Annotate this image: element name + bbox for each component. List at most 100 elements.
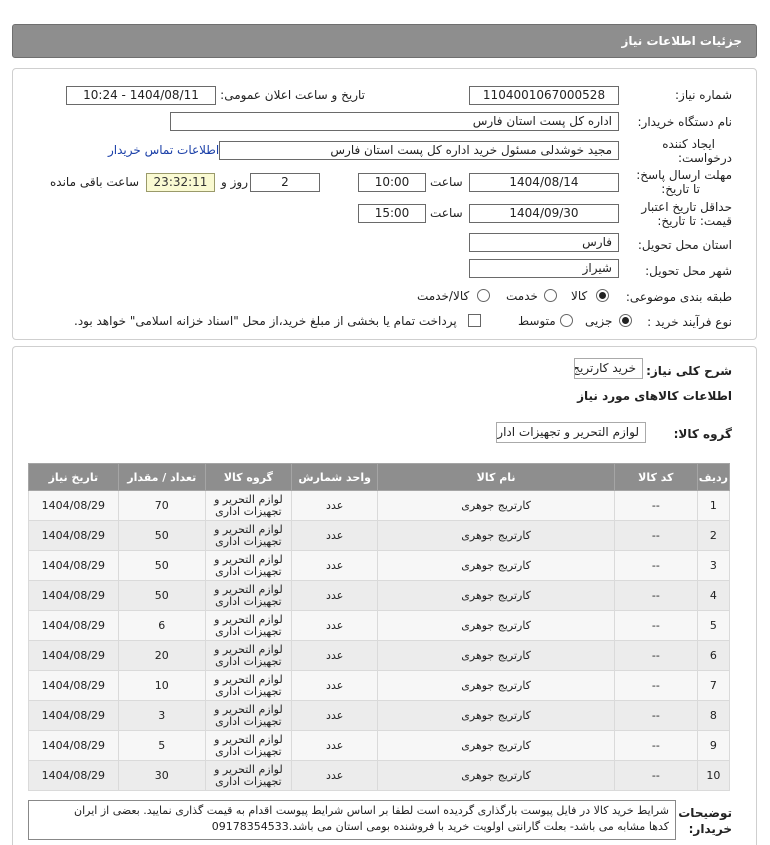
quantity-cell: 30 [117,760,206,791]
province-label: استان محل تحویل: [637,238,732,252]
notes-box: شرایط خرید کالا در فایل پیوست بارگذاری گ… [28,800,676,840]
process-label: نوع فرآیند خرید : [647,315,732,329]
group-cell: لوازم التحریر و تجهیزات اداری [204,490,293,521]
buyer-contact-link[interactable]: اطلاعات تماس خریدار [108,143,219,157]
goods-info-title: اطلاعات کالاهای مورد نیاز [577,389,732,403]
need-date-cell: 1404/08/29 [28,670,119,701]
item-code-cell: -- [613,700,698,731]
row-number-cell: 3 [696,550,731,581]
validity-date-field: 1404/09/30 [469,204,619,223]
item-name-cell: کارتریج جوهری [377,580,615,611]
unit-cell: عدد [291,580,379,611]
category-goods-radio[interactable] [596,289,609,302]
col-header-unit: واحد شمارش [291,463,379,491]
treasury-payment-checkbox[interactable] [468,314,481,327]
row-number-cell: 7 [696,670,731,701]
item-name-cell: کارتریج جوهری [377,730,615,761]
row-number-cell: 9 [696,730,731,761]
quantity-cell: 50 [117,520,206,551]
items-table: ردیف کد کالا نام کالا واحد شمارش گروه کا… [28,463,731,791]
item-name-cell: کارتریج جوهری [377,610,615,641]
row-number-cell: 8 [696,700,731,731]
city-field: شیراز [469,259,619,278]
unit-cell: عدد [291,520,379,551]
col-header-group: گروه کالا [204,463,293,491]
notes-line-1: شرایط خرید کالا در فایل پیوست بارگذاری گ… [74,804,669,817]
item-code-cell: -- [613,610,698,641]
col-header-item-code: کد کالا [613,463,698,491]
quantity-cell: 50 [117,550,206,581]
group-cell: لوازم التحریر و تجهیزات اداری [204,760,293,791]
category-service-radio[interactable] [544,289,557,302]
table-row: 1 -- کارتریج جوهری عدد لوازم التحریر و تجهیز… [28,490,731,521]
buyer-field: اداره کل پست استان فارس [170,112,619,131]
remaining-time-field: 23:32:11 [146,173,215,192]
group-cell: لوازم التحریر و تجهیزات اداری [204,610,293,641]
unit-cell: عدد [291,670,379,701]
unit-cell: عدد [291,760,379,791]
days-remaining-field: 2 [250,173,320,192]
row-number-cell: 4 [696,580,731,611]
creator-label-2: درخواست: [678,151,732,165]
item-name-cell: کارتریج جوهری [377,760,615,791]
table-row: 5 -- کارتریج جوهری عدد لوازم التحریر و تجهیز… [28,610,731,641]
process-medium-label: متوسط [518,314,556,328]
need-date-cell: 1404/08/29 [28,700,119,731]
col-header-quantity: تعداد / مقدار [117,463,206,491]
table-header-row: ردیف کد کالا نام کالا واحد شمارش گروه کا… [28,463,731,491]
table-row: 7 -- کارتریج جوهری عدد لوازم التحریر و تجهیز… [28,670,731,701]
row-number-cell: 10 [696,760,731,791]
quantity-cell: 5 [117,730,206,761]
need-date-cell: 1404/08/29 [28,550,119,581]
item-name-cell: کارتریج جوهری [377,640,615,671]
need-date-cell: 1404/08/29 [28,520,119,551]
item-code-cell: -- [613,490,698,521]
announce-label: تاریخ و ساعت اعلان عمومی: [220,88,365,102]
col-header-need-date: تاریخ نیاز [28,463,119,491]
quantity-cell: 10 [117,670,206,701]
item-name-cell: کارتریج جوهری [377,490,615,521]
unit-cell: عدد [291,700,379,731]
row-number-cell: 5 [696,610,731,641]
unit-cell: عدد [291,730,379,761]
group-cell: لوازم التحریر و تجهیزات اداری [204,670,293,701]
announce-field: 1404/08/11 - 10:24 [66,86,216,105]
city-label: شهر محل تحویل: [645,264,732,278]
creator-field: مجید خوشدلی مسئول خرید اداره کل پست استا… [219,141,619,160]
row-number-cell: 6 [696,640,731,671]
item-code-cell: -- [613,580,698,611]
category-goods-label: کالا [571,289,588,303]
deadline-label-1: مهلت ارسال پاسخ: [636,168,732,182]
summary-label: شرح کلی نیاز: [646,364,732,378]
deadline-time-label: ساعت [430,175,463,189]
col-header-item-name: نام کالا [377,463,615,491]
page-header: جزئیات اطلاعات نیاز [12,24,757,58]
need-date-cell: 1404/08/29 [28,640,119,671]
province-field: فارس [469,233,619,252]
days-label: روز و [221,175,248,189]
remaining-time-label: ساعت باقی مانده [50,175,140,189]
notes-label-1: توضیحات [678,806,732,820]
item-name-cell: کارتریج جوهری [377,520,615,551]
item-code-cell: -- [613,670,698,701]
table-row: 4 -- کارتریج جوهری عدد لوازم التحریر و تجهیز… [28,580,731,611]
unit-cell: عدد [291,490,379,521]
process-minor-label: جزیی [585,314,613,328]
validity-label-2: قیمت: تا تاریخ: [657,214,732,228]
category-service-label: خدمت [506,289,538,303]
category-goods-service-label: کالا/خدمت [417,289,470,303]
row-number-cell: 1 [696,490,731,521]
group-field: لوازم التحریر و تجهیزات اداری [496,422,646,443]
need-date-cell: 1404/08/29 [28,610,119,641]
process-medium-radio[interactable] [560,314,573,327]
need-number-field: 1104001067000528 [469,86,619,105]
item-name-cell: کارتریج جوهری [377,700,615,731]
need-date-cell: 1404/08/29 [28,730,119,761]
treasury-payment-text: پرداخت تمام یا بخشی از مبلغ خرید،از محل … [74,314,457,328]
item-code-cell: -- [613,520,698,551]
process-minor-radio[interactable] [619,314,632,327]
item-code-cell: -- [613,640,698,671]
category-goods-service-radio[interactable] [477,289,490,302]
row-number-cell: 2 [696,520,731,551]
creator-label-1: ایجاد کننده [662,137,715,151]
